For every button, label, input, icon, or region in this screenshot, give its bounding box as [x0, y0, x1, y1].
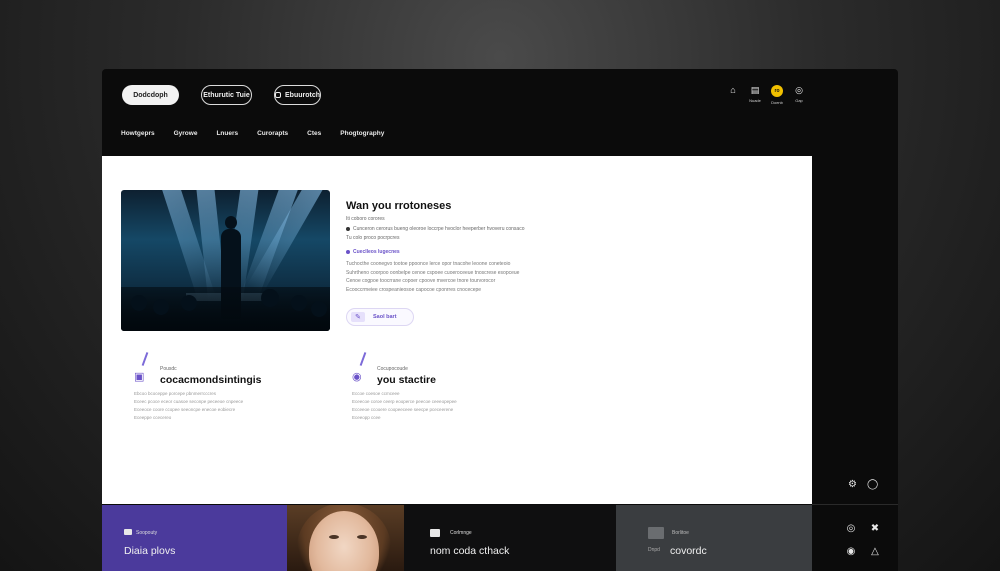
target-button[interactable]: ◎ Gap [792, 85, 806, 105]
target-icon: ◎ [795, 85, 803, 95]
hero-title: Wan you rrotoneses [346, 200, 452, 212]
nav-item-4[interactable]: Curorapts [257, 130, 288, 137]
image-icon: ▣ [134, 371, 145, 383]
nav-item-6[interactable]: Phogtography [340, 130, 384, 137]
gear-icon[interactable]: ⚙ [848, 479, 857, 490]
bag-button[interactable]: ▤ Nuade [748, 85, 762, 105]
home-icon: ⌂ [730, 85, 736, 95]
nav-item-3[interactable]: Lnuers [216, 130, 238, 137]
header-pill-secondary[interactable]: Ethurutic Tuie [201, 85, 252, 105]
chart-icon[interactable]: △ [868, 546, 882, 557]
tile-coverage[interactable]: Borlitoe Dnpd covordc [616, 505, 812, 571]
header-pill-tertiary[interactable]: Ebuurotch [274, 85, 321, 105]
side-icons: ⚙ ◯ [848, 479, 878, 490]
card-icon [648, 527, 664, 539]
hero-bullet-1: Cunceron cerorus bueng oleoroe loccrpe h… [346, 226, 525, 232]
nav-item-2[interactable]: Gyrowe [174, 130, 198, 137]
grid-icon[interactable]: ✖ [868, 523, 882, 534]
concert-image [121, 190, 330, 331]
hero-bullet-2: Cueclleos lugecnes [346, 249, 400, 255]
edit-icon: ✎ [351, 312, 365, 322]
nav-item-1[interactable]: Howtgeprs [121, 130, 155, 137]
refresh-icon[interactable]: ◉ [844, 546, 858, 557]
portrait-photo [287, 505, 404, 571]
hero-paragraph: Tuchocthe coonegvo tootoe ppoonce lerce … [346, 261, 520, 293]
settings-icon[interactable]: ◎ [844, 523, 858, 534]
top-icon-bar: ⌂ ▤ Nuade ro Doenb ◎ Gap [726, 85, 806, 105]
bottom-right-icons: ◎ ✖ ◉ △ [844, 523, 882, 557]
main-nav: Howtgeprs Gyrowe Lnuers Curorapts Ctes P… [121, 130, 384, 137]
hero-bullet-1b: Tu colo proco pocrpcres [346, 235, 400, 241]
divider [812, 504, 898, 505]
bullet-dot-icon [346, 250, 350, 254]
main-content: Wan you rrotoneses Iti coboro corores Cu… [102, 156, 812, 504]
pin-icon: ◉ [352, 371, 362, 383]
terminal-icon [430, 529, 440, 537]
app-window: Dodcdoph Ethurutic Tuie Ebuurotch ⌂ ▤ Nu… [102, 69, 898, 571]
cta-button[interactable]: ✎ Saol bart [346, 308, 414, 326]
bag-icon: ▤ [750, 85, 760, 95]
tile-code-check[interactable]: Corlmnge nom coda cthack [404, 505, 616, 571]
nav-item-5[interactable]: Ctes [307, 130, 321, 137]
bullet-dot-icon [346, 227, 350, 231]
card-icon [124, 529, 132, 535]
badge-button[interactable]: ro Doenb [770, 85, 784, 105]
tile-data-plans[interactable]: Soopouty Diaia plovs [102, 505, 287, 571]
home-button[interactable]: ⌂ [726, 85, 740, 105]
badge-icon: ro [771, 85, 783, 97]
toggle-icon [275, 92, 281, 98]
power-icon[interactable]: ◯ [867, 479, 878, 490]
hero-subtitle: Iti coboro corores [346, 216, 385, 222]
header-pill-primary[interactable]: Dodcdoph [122, 85, 179, 105]
